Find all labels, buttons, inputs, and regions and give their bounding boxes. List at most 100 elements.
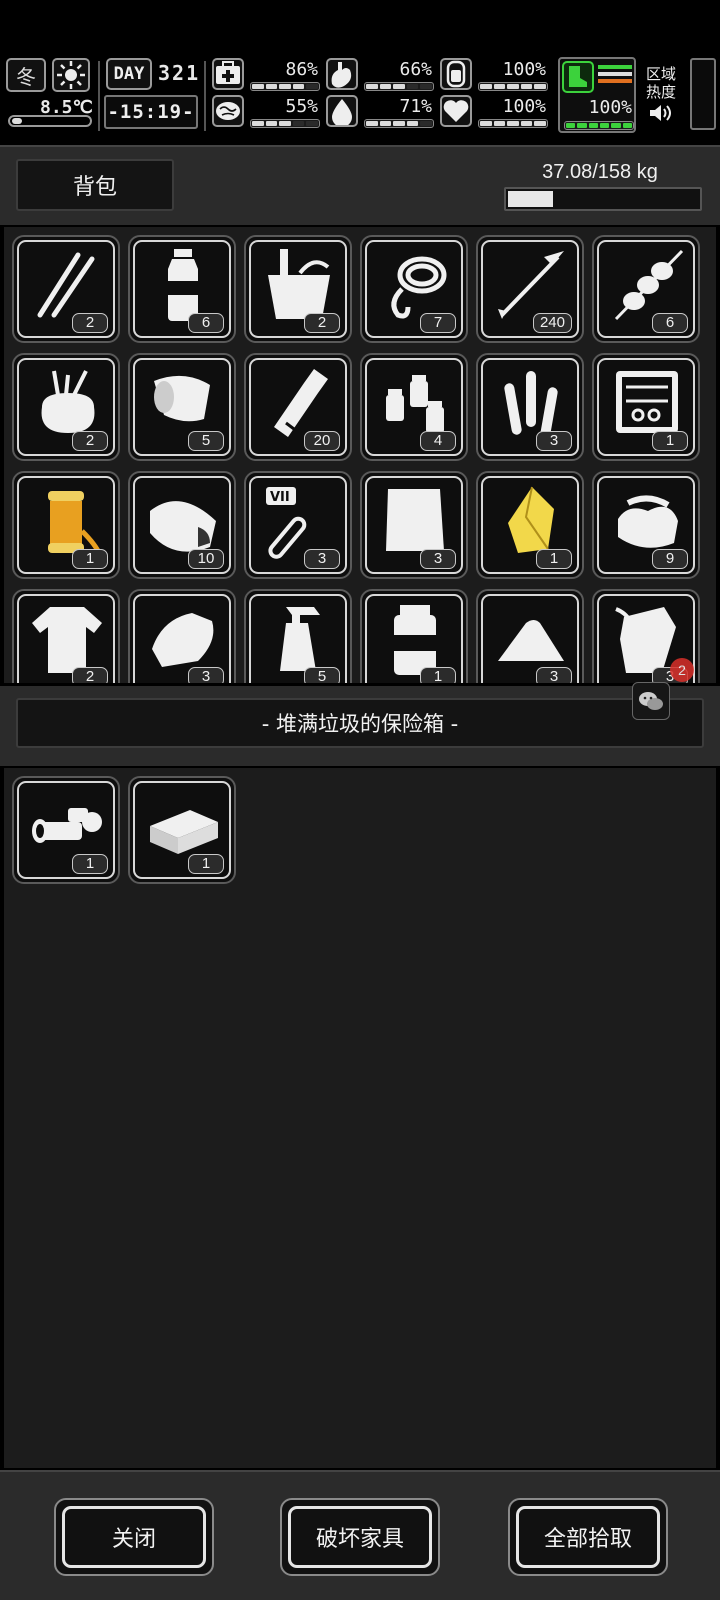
test-tubes-icon [504, 371, 558, 439]
day-number: 321 [158, 61, 201, 85]
item-count: 5 [188, 431, 224, 451]
clock-readout: -15:19- [104, 95, 198, 129]
spray-bottle-icon [280, 607, 320, 671]
sand-pile-icon [498, 620, 564, 661]
item-count: 7 [420, 313, 456, 333]
item-slot[interactable]: 2 [244, 235, 352, 343]
item-slot[interactable]: 2 [12, 589, 120, 683]
ammo-box-icon [150, 810, 218, 854]
season-badge: 冬 [6, 58, 46, 92]
bandage-roll-icon [154, 375, 210, 422]
item-slot[interactable]: 7 [360, 235, 468, 343]
sun-icon [52, 58, 90, 92]
backpack-grid[interactable]: 2 6 2 7 240 6 2 5 20 4 3 1 1 10 VII 3 3 1 9 2 3 5 1 3 3 [4, 227, 716, 683]
item-slot[interactable]: 1 [592, 353, 700, 461]
weight-bar [504, 187, 702, 211]
item-slot[interactable]: 2 [12, 235, 120, 343]
status-hud: 冬 8.5℃ DAY 321 -15:19- 86% 66% 100% 55% 71% 1… [0, 55, 720, 137]
stat-bar [364, 82, 434, 91]
item-slot[interactable]: 3 [128, 589, 236, 683]
boot-icon [562, 61, 594, 93]
stamina-value: 100% [588, 97, 632, 118]
item-slot[interactable]: 1 [360, 589, 468, 683]
item-count: 1 [536, 549, 572, 569]
item-slot[interactable]: 1 [12, 471, 120, 579]
item-slot[interactable]: VII 3 [244, 471, 352, 579]
day-label: DAY [113, 64, 145, 84]
sound-icon[interactable] [648, 103, 674, 127]
gold-spool-icon [48, 491, 103, 557]
container-grid[interactable]: 11 [4, 768, 716, 1468]
zone-heat-label: 区域热度 [646, 65, 677, 101]
hud-divider [98, 61, 100, 131]
cloth-sheet-icon [386, 489, 444, 551]
stamina-bar [564, 121, 634, 130]
item-count: 3 [188, 667, 224, 683]
clock-time: -15:19- [107, 101, 195, 123]
item-slot[interactable]: 9 [592, 471, 700, 579]
zone-heat-meter [690, 58, 716, 130]
stomach-icon [326, 58, 358, 90]
item-slot[interactable]: 1 [128, 776, 236, 884]
stat-value: 71% [399, 96, 432, 117]
wechat-icon[interactable] [632, 682, 670, 720]
day-badge: DAY [106, 58, 152, 90]
item-slot[interactable]: 3 [476, 589, 584, 683]
item-slot[interactable]: 3 [476, 353, 584, 461]
rifle-scope-icon [32, 808, 102, 843]
item-count: 1 [188, 854, 224, 874]
item-slot[interactable]: 4 [360, 353, 468, 461]
item-count: 3 [420, 549, 456, 569]
item-slot[interactable]: 6 [128, 235, 236, 343]
item-count: 6 [188, 313, 224, 333]
ragged-shirt-icon [32, 607, 102, 673]
pick-all-button[interactable]: 全部拾取 [508, 1498, 668, 1576]
item-slot[interactable]: 20 [244, 353, 352, 461]
item-count: 6 [652, 313, 688, 333]
destroy-furniture-label: 破坏家具 [288, 1506, 432, 1568]
item-slot[interactable]: 2 [12, 353, 120, 461]
heart-icon [440, 95, 472, 127]
gold-crystal-icon [508, 486, 554, 553]
stat-value: 100% [502, 59, 546, 80]
destroy-furniture-button[interactable]: 破坏家具 [280, 1498, 440, 1576]
item-count: 4 [420, 431, 456, 451]
item-slot[interactable]: 5 [244, 589, 352, 683]
item-slot[interactable]: 240 [476, 235, 584, 343]
item-count: 1 [420, 667, 456, 683]
close-button[interactable]: 关闭 [54, 1498, 214, 1576]
stat-bar [478, 82, 548, 91]
medkit-icon [212, 58, 244, 90]
stat-value: 86% [285, 59, 318, 80]
item-count: 2 [72, 667, 108, 683]
glass-bottle-icon [274, 369, 328, 437]
item-slot[interactable]: 3 [360, 471, 468, 579]
item-slot[interactable]: 1 [12, 776, 120, 884]
item-count: 2 [72, 431, 108, 451]
stat-value: 100% [502, 96, 546, 117]
item-slot[interactable]: 6 [592, 235, 700, 343]
container-title: - 堆满垃圾的保险箱 - [16, 698, 704, 748]
item-count: 1 [72, 854, 108, 874]
svg-text:VII: VII [270, 490, 290, 505]
stat-bar [364, 119, 434, 128]
jar-icon [394, 605, 436, 675]
item-count: 2 [304, 313, 340, 333]
item-slot[interactable]: 10 [128, 471, 236, 579]
item-count: 3 [304, 549, 340, 569]
thermometer-icon [8, 115, 92, 127]
stat-value: 66% [399, 59, 432, 80]
item-slot[interactable]: 1 [476, 471, 584, 579]
water-drop-icon [326, 95, 358, 127]
stamina-panel: 100% [558, 57, 636, 133]
backpack-tab[interactable]: 背包 [16, 159, 174, 211]
close-button-label: 关闭 [62, 1506, 206, 1568]
notification-badge: 2 [670, 658, 694, 682]
rope-hook-icon [391, 256, 447, 319]
item-slot[interactable]: 5 [128, 353, 236, 461]
item-count: 1 [652, 431, 688, 451]
meat-skewer-icon [614, 249, 684, 321]
brain-icon [212, 95, 244, 127]
stat-bar [250, 119, 320, 128]
burrito-icon [150, 501, 216, 552]
